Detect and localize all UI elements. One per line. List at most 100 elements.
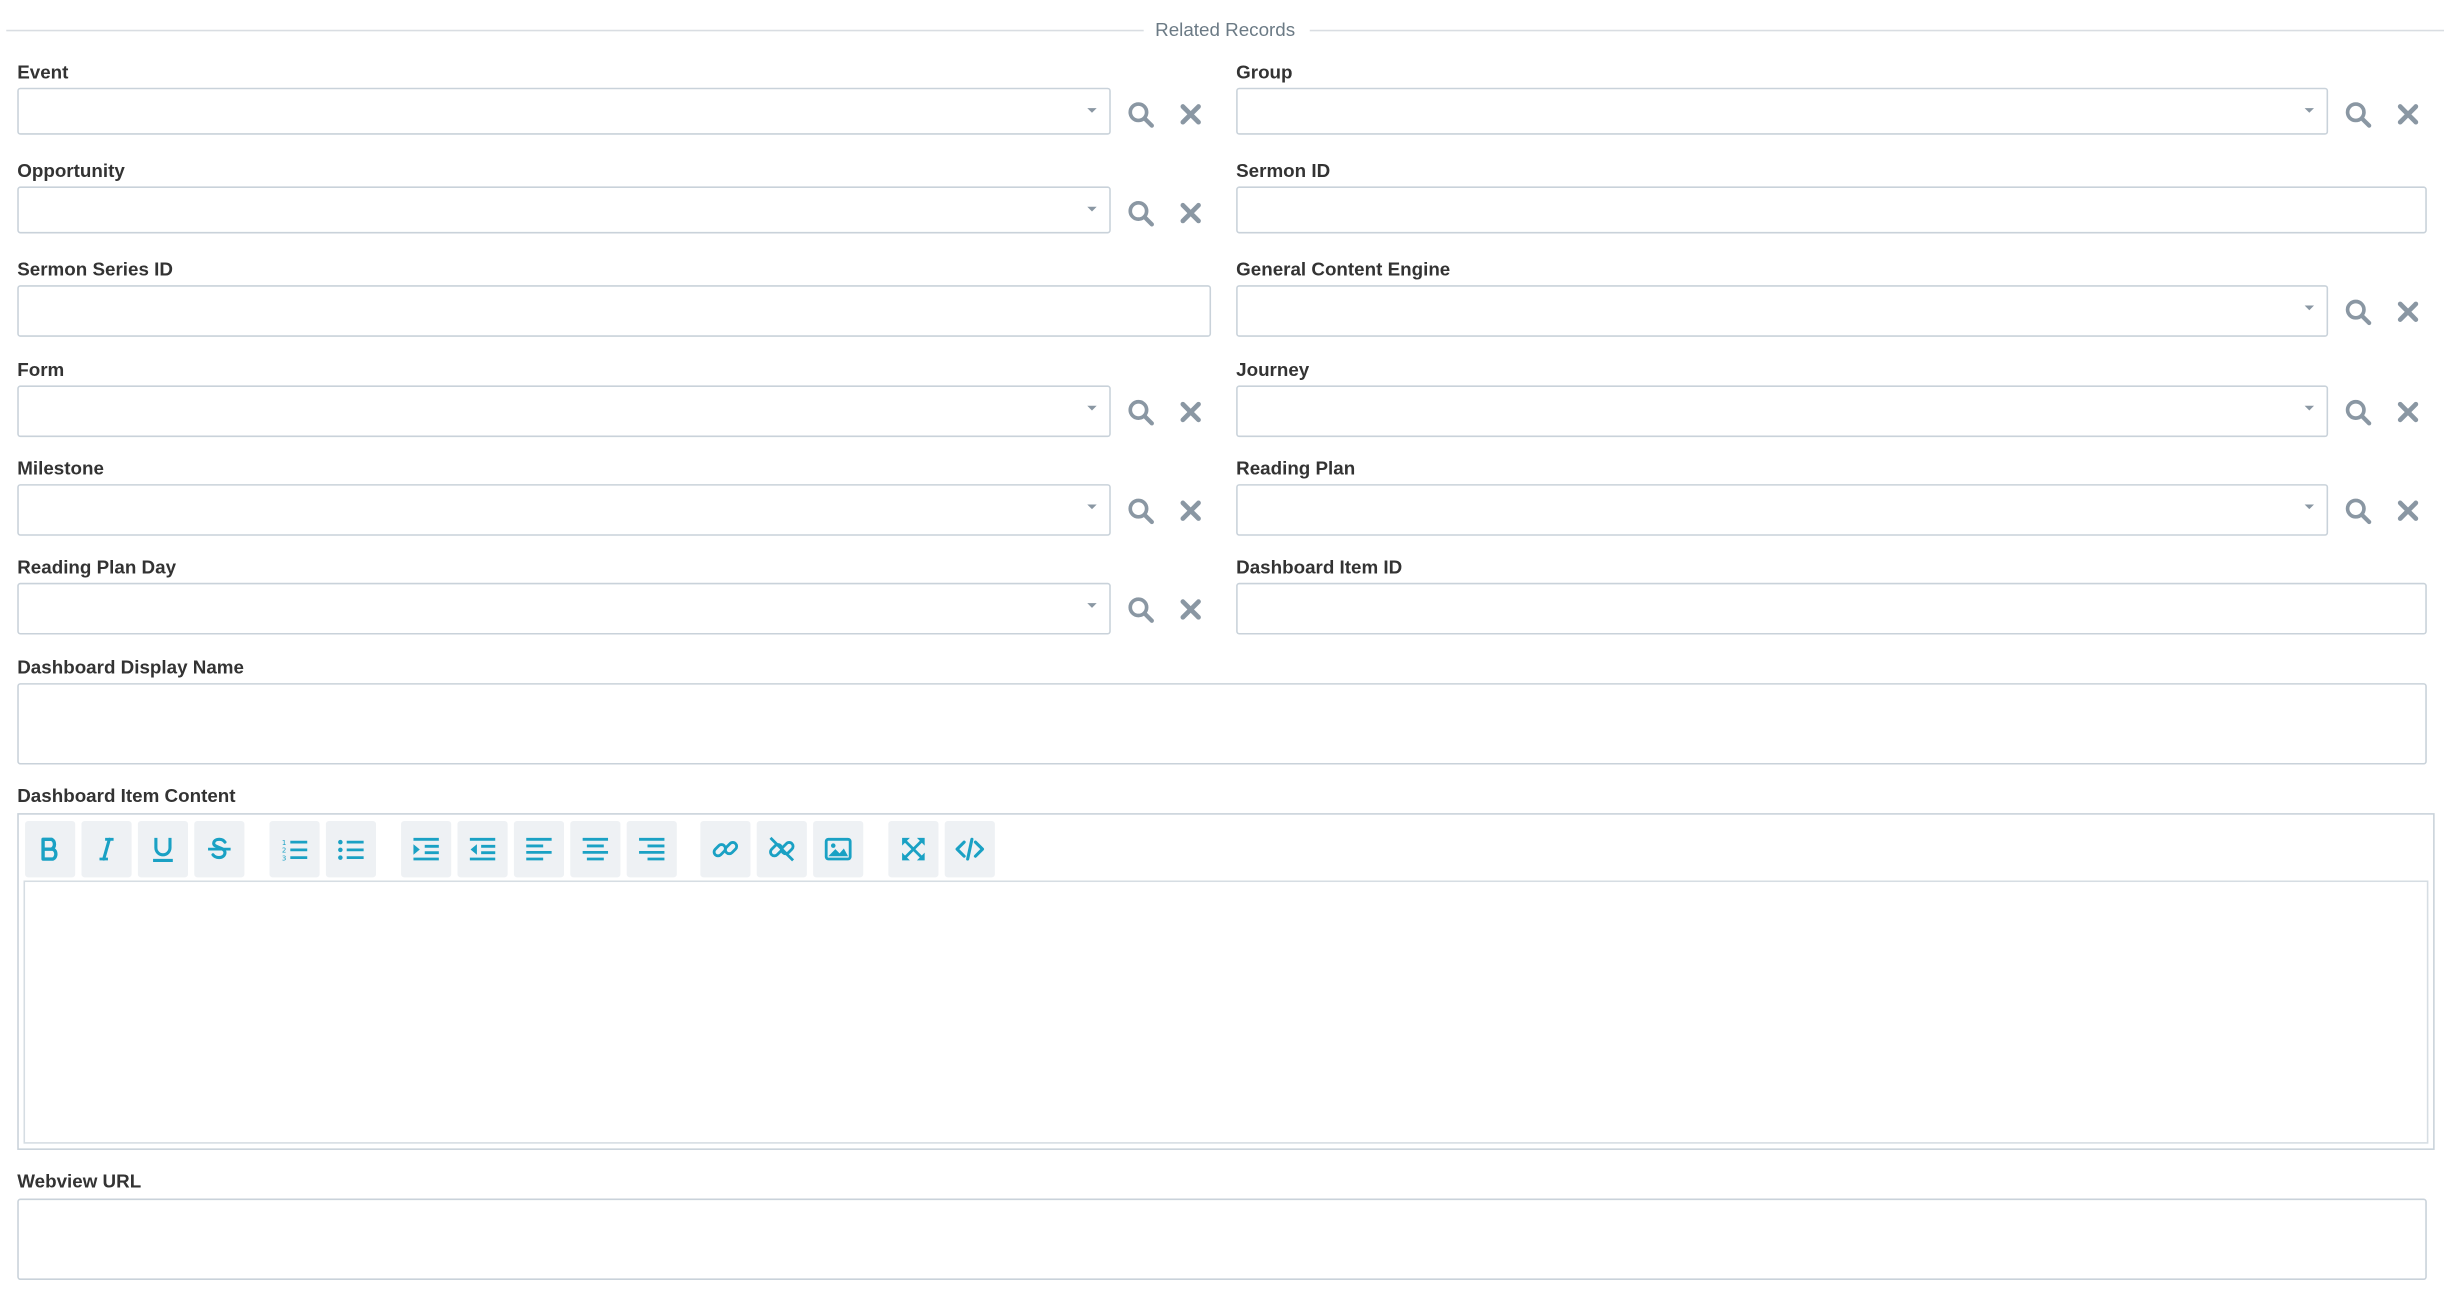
fullscreen-button[interactable] [888,820,939,878]
sermon-series-id-input[interactable] [17,285,1212,337]
italic-icon [99,837,114,861]
form-clear-button[interactable] [1173,395,1207,429]
bold-button[interactable] [25,820,76,878]
italic-button[interactable] [81,820,132,878]
group-label: Group [1236,61,1293,84]
outdent-button[interactable] [457,820,508,878]
reading-plan-clear-button[interactable] [2391,494,2425,528]
search-icon [1128,597,1154,623]
align-right-icon [639,837,665,861]
opportunity-select[interactable] [17,186,1111,234]
sermon-series-id-label: Sermon Series ID [17,258,173,281]
align-center-icon [582,837,609,861]
milestone-label: Milestone [17,457,104,480]
webview-url-textarea[interactable] [17,1198,2427,1280]
reading-plan-day-lookup-button[interactable] [1123,592,1157,626]
rich-text-editor: 123 [17,813,2435,1150]
image-button[interactable] [813,820,864,878]
chevron-down-icon [2304,305,2315,311]
reading-plan-label: Reading Plan [1236,457,1356,480]
general-content-engine-clear-button[interactable] [2391,295,2425,329]
unlink-icon [769,836,795,862]
close-icon [2397,500,2419,521]
search-icon [1128,399,1154,426]
milestone-lookup-button[interactable] [1123,494,1157,528]
group-clear-button[interactable] [2391,97,2425,131]
indent-icon [413,837,439,861]
reading-plan-day-label: Reading Plan Day [17,556,177,579]
underline-button[interactable] [137,820,189,878]
close-icon [1180,202,1201,224]
dashboard-item-id-input[interactable] [1236,582,2427,635]
group-select[interactable] [1236,87,2329,135]
search-icon [2345,498,2372,525]
journey-label: Journey [1236,358,1310,381]
event-label: Event [17,61,69,84]
search-icon [1128,200,1154,227]
unlink-button[interactable] [756,820,807,878]
journey-lookup-button[interactable] [2341,395,2375,429]
form-lookup-button[interactable] [1123,395,1157,429]
ordered-list-button[interactable]: 123 [269,820,320,878]
section-header: Related Records [6,16,2444,44]
event-clear-button[interactable] [1173,97,1207,131]
close-icon [1180,401,1201,423]
bold-icon [41,837,58,861]
align-right-button[interactable] [626,820,677,878]
dashboard-display-name-textarea[interactable] [17,683,2427,765]
event-lookup-button[interactable] [1123,97,1157,131]
search-icon [2345,102,2372,128]
event-select[interactable] [17,87,1111,135]
opportunity-lookup-button[interactable] [1123,196,1157,230]
align-left-button[interactable] [513,820,565,878]
align-left-icon [526,837,552,861]
related-records-form: Related Records Event Group Opportunity … [0,0,2444,1294]
align-center-button[interactable] [570,820,621,878]
close-icon [1180,599,1201,620]
code-view-button[interactable] [944,820,995,878]
link-button[interactable] [700,820,751,878]
reading-plan-day-select[interactable] [17,582,1111,635]
dashboard-display-name-label: Dashboard Display Name [17,656,244,679]
opportunity-clear-button[interactable] [1173,196,1207,230]
outdent-icon [469,837,496,861]
chevron-down-icon [2304,108,2315,113]
milestone-select[interactable] [17,484,1111,536]
close-icon [1180,500,1201,521]
journey-clear-button[interactable] [2391,395,2425,429]
divider [1309,29,2444,32]
form-select[interactable] [17,385,1111,438]
fullscreen-icon [902,837,925,861]
indent-button[interactable] [401,820,452,878]
chevron-down-icon [2304,405,2315,411]
opportunity-label: Opportunity [17,159,125,182]
unordered-list-icon [338,839,364,860]
close-icon [2397,301,2419,322]
underline-icon [153,837,173,862]
chevron-down-icon [1087,504,1097,510]
chevron-down-icon [1087,108,1097,113]
ordered-list-icon: 123 [282,838,308,862]
general-content-engine-select[interactable] [1236,285,2329,337]
reading-plan-lookup-button[interactable] [2341,494,2375,528]
reading-plan-select[interactable] [1236,484,2329,536]
editor-content-area[interactable] [23,880,2429,1144]
close-icon [2397,401,2419,423]
strikethrough-button[interactable] [194,820,245,878]
reading-plan-day-clear-button[interactable] [1173,592,1207,626]
unordered-list-button[interactable] [325,820,377,878]
chevron-down-icon [1087,405,1097,411]
svg-text:3: 3 [282,853,286,862]
chevron-down-icon [1087,206,1097,212]
journey-select[interactable] [1236,385,2329,438]
webview-url-label: Webview URL [17,1170,142,1193]
dashboard-item-content-label: Dashboard Item Content [17,784,236,807]
sermon-id-label: Sermon ID [1236,159,1331,182]
sermon-id-input[interactable] [1236,186,2427,234]
dashboard-item-id-label: Dashboard Item ID [1236,556,1403,579]
group-lookup-button[interactable] [2341,97,2375,131]
code-view-icon [955,837,985,861]
general-content-engine-label: General Content Engine [1236,258,1451,281]
general-content-engine-lookup-button[interactable] [2341,295,2375,329]
milestone-clear-button[interactable] [1173,494,1207,528]
